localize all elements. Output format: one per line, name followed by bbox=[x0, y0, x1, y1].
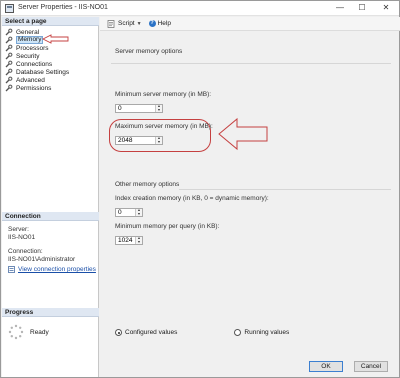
server-properties-window: Server Properties - IIS-NO01 — ☐ ✕ Selec… bbox=[0, 0, 400, 378]
callout-arrow-icon bbox=[42, 34, 69, 44]
minimize-button[interactable]: — bbox=[329, 1, 351, 16]
close-button[interactable]: ✕ bbox=[373, 1, 399, 16]
wrench-icon bbox=[5, 60, 13, 68]
index-creation-memory-input[interactable] bbox=[116, 209, 136, 216]
chevron-down-icon[interactable]: ▼ bbox=[137, 21, 142, 27]
maximum-memory-spinner[interactable]: ▲▼ bbox=[115, 136, 163, 145]
window-title: Server Properties - IIS-NO01 bbox=[18, 4, 108, 11]
wrench-icon bbox=[5, 76, 13, 84]
page-item-permissions[interactable]: Permissions bbox=[5, 84, 97, 92]
window-controls: — ☐ ✕ bbox=[329, 1, 399, 16]
minimum-memory-spinner[interactable]: ▲▼ bbox=[115, 104, 163, 113]
callout-arrow-icon bbox=[218, 117, 268, 151]
script-icon bbox=[107, 19, 115, 28]
wrench-icon bbox=[5, 68, 13, 76]
help-label: Help bbox=[157, 20, 171, 27]
help-icon: ? bbox=[148, 20, 156, 27]
divider bbox=[179, 189, 391, 190]
page-item-label: Advanced bbox=[16, 76, 45, 84]
server-label: Server: bbox=[8, 226, 29, 233]
help-button[interactable]: ? Help bbox=[148, 20, 171, 27]
arrow-down-icon[interactable]: ▼ bbox=[136, 240, 142, 245]
radio-selected-icon[interactable] bbox=[115, 329, 122, 336]
other-memory-options-title: Other memory options bbox=[115, 181, 180, 188]
minimum-memory-per-query-input[interactable] bbox=[116, 237, 136, 244]
ok-button[interactable]: OK bbox=[309, 361, 343, 372]
server-memory-options-title: Server memory options bbox=[115, 48, 183, 55]
index-creation-memory-spinner[interactable]: ▲▼ bbox=[115, 208, 143, 217]
connection-value: IIS-NO01\Administrator bbox=[8, 255, 76, 263]
connection-label: Connection: bbox=[8, 248, 43, 255]
minimum-memory-per-query-spinner[interactable]: ▲▼ bbox=[115, 236, 143, 245]
maximum-memory-input[interactable] bbox=[116, 137, 156, 144]
script-button[interactable]: Script ▼ bbox=[107, 19, 142, 28]
spinner-arrows[interactable]: ▲ ▼ bbox=[155, 136, 162, 145]
wrench-icon bbox=[5, 84, 13, 92]
page-item-connections[interactable]: Connections bbox=[5, 60, 97, 68]
page-item-label: Processors bbox=[16, 44, 49, 52]
view-connection-properties[interactable]: View connection properties bbox=[8, 266, 98, 274]
minimum-memory-input[interactable] bbox=[116, 105, 156, 112]
title-bar: Server Properties - IIS-NO01 — ☐ ✕ bbox=[1, 1, 399, 16]
page-item-label: Memory bbox=[16, 36, 44, 44]
select-page-header: Select a page bbox=[2, 17, 99, 26]
arrow-down-icon[interactable]: ▼ bbox=[136, 212, 142, 217]
progress-status: Ready bbox=[30, 328, 49, 336]
wrench-icon bbox=[5, 36, 13, 44]
page-item-label: Connections bbox=[16, 60, 53, 68]
minimum-memory-per-query-label: Minimum memory per query (in KB): bbox=[115, 223, 220, 230]
page-item-label: Permissions bbox=[16, 84, 52, 92]
page-item-label: Security bbox=[16, 52, 40, 60]
spinner-arrows[interactable]: ▲ ▼ bbox=[135, 208, 142, 217]
page-item-label: General bbox=[16, 28, 40, 36]
connection-header: Connection bbox=[2, 212, 99, 221]
maximum-memory-label: Maximum server memory (in MB): bbox=[115, 123, 213, 130]
page-item-database-settings[interactable]: Database Settings bbox=[5, 68, 97, 76]
toolbar: Script ▼ ? Help bbox=[100, 17, 400, 31]
connection-details: Server: IIS-NO01 Connection: IIS-NO01\Ad… bbox=[8, 226, 98, 274]
configured-values-radio[interactable]: Configured values bbox=[115, 329, 177, 336]
memory-page-content: Server memory options Minimum server mem… bbox=[105, 37, 397, 347]
index-creation-memory-label: Index creation memory (in KB, 0 = dynami… bbox=[115, 195, 269, 202]
minimum-memory-label: Minimum server memory (in MB): bbox=[115, 91, 212, 98]
server-value: IIS-NO01 bbox=[8, 233, 36, 241]
divider bbox=[111, 63, 391, 64]
window-icon bbox=[5, 4, 14, 13]
running-values-label: Running values bbox=[244, 329, 290, 336]
maximize-button[interactable]: ☐ bbox=[351, 1, 373, 16]
spinner-arrows[interactable]: ▲ ▼ bbox=[155, 104, 162, 113]
wrench-icon bbox=[5, 52, 13, 60]
left-panel: Select a page General Memory Processors … bbox=[2, 17, 99, 377]
progress-body: Ready bbox=[8, 324, 49, 340]
spinner-arrows[interactable]: ▲ ▼ bbox=[135, 236, 142, 245]
running-values-radio[interactable]: Running values bbox=[234, 329, 289, 336]
cancel-button[interactable]: Cancel bbox=[354, 361, 388, 372]
page-item-security[interactable]: Security bbox=[5, 52, 97, 60]
page-item-label: Database Settings bbox=[16, 68, 70, 76]
dialog-footer: OK Cancel bbox=[100, 356, 400, 378]
script-label: Script bbox=[118, 20, 135, 27]
view-connection-properties-link[interactable]: View connection properties bbox=[18, 266, 96, 274]
wrench-icon bbox=[5, 28, 13, 36]
page-item-advanced[interactable]: Advanced bbox=[5, 76, 97, 84]
page-item-processors[interactable]: Processors bbox=[5, 44, 97, 52]
arrow-down-icon[interactable]: ▼ bbox=[156, 108, 162, 113]
wrench-icon bbox=[5, 44, 13, 52]
radio-unselected-icon[interactable] bbox=[234, 329, 242, 336]
arrow-down-icon[interactable]: ▼ bbox=[156, 140, 162, 145]
progress-header: Progress bbox=[2, 308, 99, 317]
progress-spinner-icon bbox=[8, 324, 24, 340]
properties-icon bbox=[8, 266, 15, 274]
configured-values-label: Configured values bbox=[125, 329, 178, 336]
values-mode-group: Configured values Running values bbox=[115, 329, 346, 336]
